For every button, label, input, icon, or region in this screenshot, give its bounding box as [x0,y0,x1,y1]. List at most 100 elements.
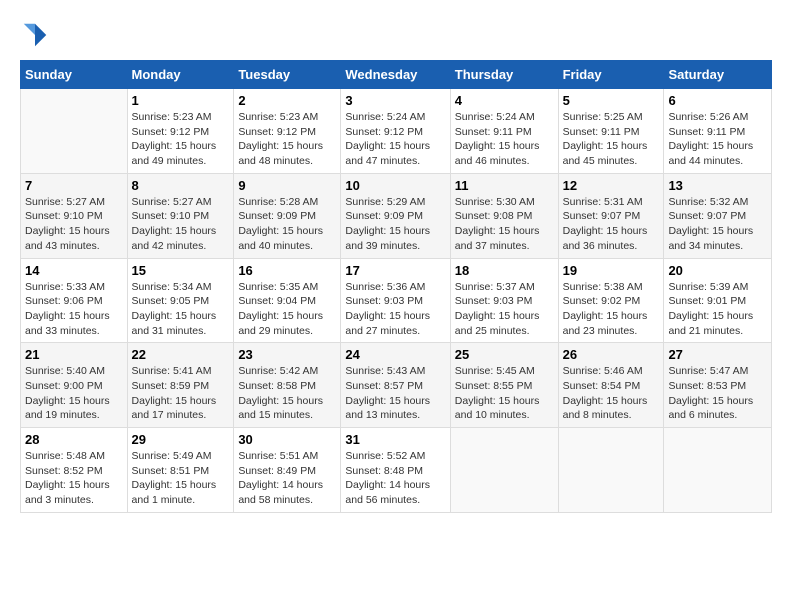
day-number: 26 [563,347,660,362]
calendar-cell: 29 Sunrise: 5:49 AM Sunset: 8:51 PM Dayli… [127,428,234,513]
day-number: 25 [455,347,554,362]
column-header-sunday: Sunday [21,61,128,89]
day-info: Sunrise: 5:25 AM Sunset: 9:11 PM Dayligh… [563,110,660,169]
week-row-3: 14Sunrise: 5:33 AM Sunset: 9:06 PM Dayli… [21,258,772,343]
day-info: Sunrise: 5:27 AM Sunset: 9:10 PM Dayligh… [25,195,123,254]
day-info: Sunrise: 5:43 AM Sunset: 8:57 PM Dayligh… [345,364,445,423]
calendar-cell: 8 Sunrise: 5:27 AM Sunset: 9:10 PM Daylig… [127,173,234,258]
calendar-cell: 24Sunrise: 5:43 AM Sunset: 8:57 PM Dayli… [341,343,450,428]
calendar-cell: 16Sunrise: 5:35 AM Sunset: 9:04 PM Dayli… [234,258,341,343]
day-number: 22 [132,347,230,362]
calendar-cell: 5 Sunrise: 5:25 AM Sunset: 9:11 PM Daylig… [558,89,664,174]
calendar-cell: 13 Sunrise: 5:32 AM Sunset: 9:07 PM Dayli… [664,173,772,258]
day-number: 23 [238,347,336,362]
day-info: Sunrise: 5:45 AM Sunset: 8:55 PM Dayligh… [455,364,554,423]
day-number: 31 [345,432,445,447]
day-number: 12 [563,178,660,193]
day-number: 4 [455,93,554,108]
calendar-cell: 26 Sunrise: 5:46 AM Sunset: 8:54 PM Dayli… [558,343,664,428]
day-number: 8 [132,178,230,193]
day-info: Sunrise: 5:24 AM Sunset: 9:11 PM Dayligh… [455,110,554,169]
calendar-cell: 10 Sunrise: 5:29 AM Sunset: 9:09 PM Dayli… [341,173,450,258]
week-row-2: 7 Sunrise: 5:27 AM Sunset: 9:10 PM Daylig… [21,173,772,258]
day-info: Sunrise: 5:36 AM Sunset: 9:03 PM Dayligh… [345,280,445,339]
day-number: 7 [25,178,123,193]
column-header-monday: Monday [127,61,234,89]
logo-icon [20,20,50,50]
page-header [20,20,772,50]
week-row-5: 28 Sunrise: 5:48 AM Sunset: 8:52 PM Dayli… [21,428,772,513]
day-info: Sunrise: 5:42 AM Sunset: 8:58 PM Dayligh… [238,364,336,423]
day-number: 13 [668,178,767,193]
calendar-cell: 18 Sunrise: 5:37 AM Sunset: 9:03 PM Dayli… [450,258,558,343]
day-info: Sunrise: 5:39 AM Sunset: 9:01 PM Dayligh… [668,280,767,339]
calendar-cell: 11 Sunrise: 5:30 AM Sunset: 9:08 PM Dayli… [450,173,558,258]
logo [20,20,54,50]
calendar-cell: 15 Sunrise: 5:34 AM Sunset: 9:05 PM Dayli… [127,258,234,343]
day-number: 19 [563,263,660,278]
day-info: Sunrise: 5:30 AM Sunset: 9:08 PM Dayligh… [455,195,554,254]
day-number: 2 [238,93,336,108]
day-number: 10 [345,178,445,193]
day-number: 1 [132,93,230,108]
calendar-cell [664,428,772,513]
day-info: Sunrise: 5:28 AM Sunset: 9:09 PM Dayligh… [238,195,336,254]
calendar-cell: 21 Sunrise: 5:40 AM Sunset: 9:00 PM Dayli… [21,343,128,428]
calendar-cell: 9 Sunrise: 5:28 AM Sunset: 9:09 PM Daylig… [234,173,341,258]
day-info: Sunrise: 5:27 AM Sunset: 9:10 PM Dayligh… [132,195,230,254]
calendar-cell [558,428,664,513]
calendar-cell: 22Sunrise: 5:41 AM Sunset: 8:59 PM Dayli… [127,343,234,428]
day-number: 29 [132,432,230,447]
day-info: Sunrise: 5:32 AM Sunset: 9:07 PM Dayligh… [668,195,767,254]
day-info: Sunrise: 5:52 AM Sunset: 8:48 PM Dayligh… [345,449,445,508]
calendar-cell: 31 Sunrise: 5:52 AM Sunset: 8:48 PM Dayli… [341,428,450,513]
day-info: Sunrise: 5:51 AM Sunset: 8:49 PM Dayligh… [238,449,336,508]
column-header-thursday: Thursday [450,61,558,89]
day-info: Sunrise: 5:47 AM Sunset: 8:53 PM Dayligh… [668,364,767,423]
week-row-4: 21 Sunrise: 5:40 AM Sunset: 9:00 PM Dayli… [21,343,772,428]
day-number: 5 [563,93,660,108]
column-header-wednesday: Wednesday [341,61,450,89]
day-info: Sunrise: 5:34 AM Sunset: 9:05 PM Dayligh… [132,280,230,339]
calendar-cell: 3 Sunrise: 5:24 AM Sunset: 9:12 PM Daylig… [341,89,450,174]
day-number: 30 [238,432,336,447]
calendar-cell: 4 Sunrise: 5:24 AM Sunset: 9:11 PM Daylig… [450,89,558,174]
calendar-header: SundayMondayTuesdayWednesdayThursdayFrid… [21,61,772,89]
day-number: 21 [25,347,123,362]
calendar-cell: 28 Sunrise: 5:48 AM Sunset: 8:52 PM Dayli… [21,428,128,513]
day-info: Sunrise: 5:49 AM Sunset: 8:51 PM Dayligh… [132,449,230,508]
header-row: SundayMondayTuesdayWednesdayThursdayFrid… [21,61,772,89]
day-info: Sunrise: 5:31 AM Sunset: 9:07 PM Dayligh… [563,195,660,254]
calendar-cell: 25 Sunrise: 5:45 AM Sunset: 8:55 PM Dayli… [450,343,558,428]
day-number: 18 [455,263,554,278]
column-header-saturday: Saturday [664,61,772,89]
calendar-body: 1Sunrise: 5:23 AM Sunset: 9:12 PM Daylig… [21,89,772,513]
day-info: Sunrise: 5:40 AM Sunset: 9:00 PM Dayligh… [25,364,123,423]
day-number: 17 [345,263,445,278]
calendar-cell: 7 Sunrise: 5:27 AM Sunset: 9:10 PM Daylig… [21,173,128,258]
day-number: 27 [668,347,767,362]
day-number: 15 [132,263,230,278]
calendar-cell: 2Sunrise: 5:23 AM Sunset: 9:12 PM Daylig… [234,89,341,174]
calendar-cell: 27 Sunrise: 5:47 AM Sunset: 8:53 PM Dayli… [664,343,772,428]
day-number: 11 [455,178,554,193]
day-info: Sunrise: 5:29 AM Sunset: 9:09 PM Dayligh… [345,195,445,254]
day-number: 9 [238,178,336,193]
day-number: 14 [25,263,123,278]
column-header-friday: Friday [558,61,664,89]
calendar-cell: 12 Sunrise: 5:31 AM Sunset: 9:07 PM Dayli… [558,173,664,258]
calendar-cell: 19Sunrise: 5:38 AM Sunset: 9:02 PM Dayli… [558,258,664,343]
day-number: 28 [25,432,123,447]
calendar-table: SundayMondayTuesdayWednesdayThursdayFrid… [20,60,772,513]
calendar-cell: 23 Sunrise: 5:42 AM Sunset: 8:58 PM Dayli… [234,343,341,428]
day-info: Sunrise: 5:24 AM Sunset: 9:12 PM Dayligh… [345,110,445,169]
day-info: Sunrise: 5:46 AM Sunset: 8:54 PM Dayligh… [563,364,660,423]
day-info: Sunrise: 5:48 AM Sunset: 8:52 PM Dayligh… [25,449,123,508]
day-info: Sunrise: 5:37 AM Sunset: 9:03 PM Dayligh… [455,280,554,339]
week-row-1: 1Sunrise: 5:23 AM Sunset: 9:12 PM Daylig… [21,89,772,174]
calendar-cell: 1Sunrise: 5:23 AM Sunset: 9:12 PM Daylig… [127,89,234,174]
calendar-cell: 30 Sunrise: 5:51 AM Sunset: 8:49 PM Dayli… [234,428,341,513]
day-number: 6 [668,93,767,108]
day-number: 3 [345,93,445,108]
calendar-cell: 17 Sunrise: 5:36 AM Sunset: 9:03 PM Dayli… [341,258,450,343]
